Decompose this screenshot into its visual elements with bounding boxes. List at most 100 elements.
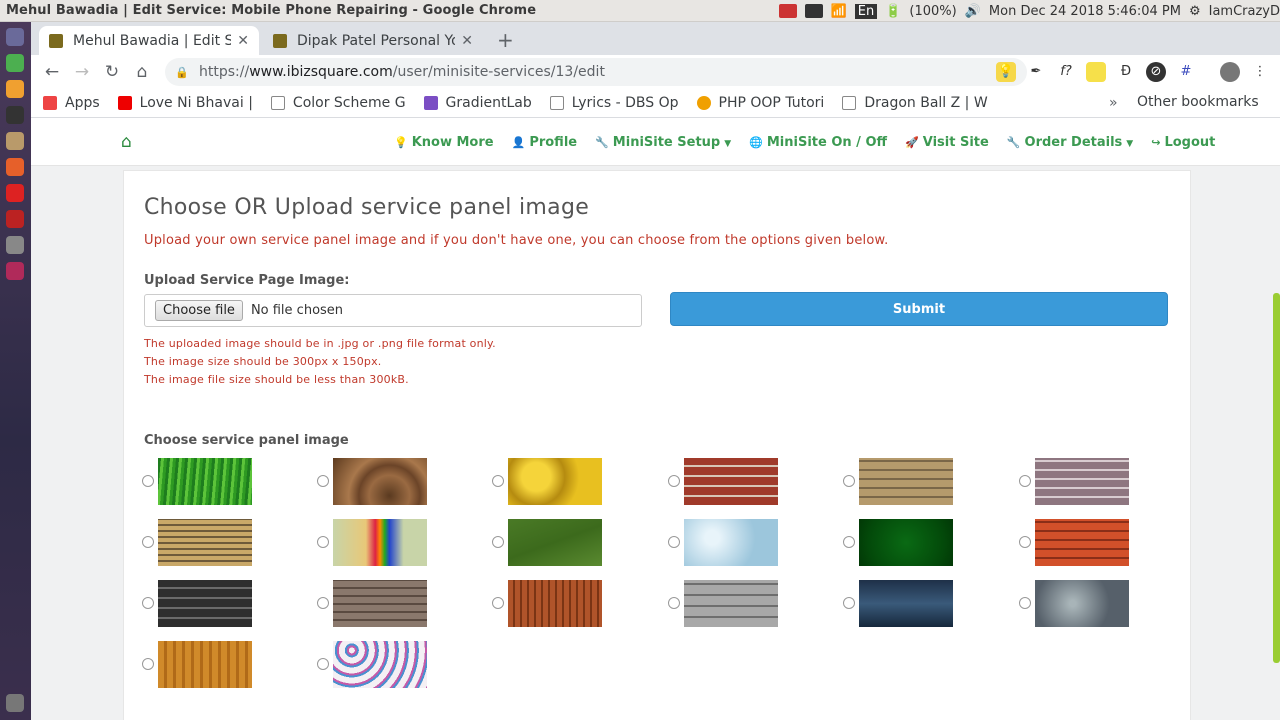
image-radio[interactable]: [843, 475, 855, 487]
thumbnail-green-rays[interactable]: [859, 519, 953, 566]
thumbnail-gray-block[interactable]: [684, 580, 778, 627]
image-option[interactable]: [668, 519, 788, 566]
home-button-icon[interactable]: ⌂: [127, 62, 157, 82]
keyboard-lang[interactable]: En: [854, 3, 878, 19]
thumbnail-red-brick[interactable]: [684, 458, 778, 505]
menu-icon[interactable]: ⋮: [1250, 62, 1270, 82]
image-option[interactable]: [843, 519, 963, 566]
image-option[interactable]: [668, 580, 788, 627]
files-icon[interactable]: [6, 132, 24, 150]
nav-link[interactable]: ↪ Logout: [1151, 135, 1215, 150]
bookmark-item[interactable]: Love Ni Bhavai |: [117, 95, 253, 111]
image-radio[interactable]: [142, 536, 154, 548]
extension-icon[interactable]: 💡: [996, 62, 1016, 82]
thumbnail-rainbow-mug[interactable]: [333, 519, 427, 566]
profile-avatar-icon[interactable]: [1220, 62, 1240, 82]
firefox-icon[interactable]: [6, 158, 24, 176]
nav-link[interactable]: 🔧 Order Details ▼: [1007, 135, 1133, 150]
image-radio[interactable]: [668, 597, 680, 609]
image-option[interactable]: [142, 458, 262, 505]
close-tab-icon[interactable]: ✕: [237, 33, 249, 49]
bookmark-item[interactable]: Apps: [43, 95, 100, 111]
image-option[interactable]: [1019, 458, 1139, 505]
image-option[interactable]: [492, 580, 612, 627]
image-option[interactable]: [668, 458, 788, 505]
bookmark-item[interactable]: Lyrics - DBS Op: [549, 95, 679, 111]
filezilla-icon[interactable]: [6, 210, 24, 228]
image-radio[interactable]: [142, 597, 154, 609]
image-radio[interactable]: [492, 597, 504, 609]
volume-icon[interactable]: 🔊: [965, 4, 981, 19]
home-icon[interactable]: ⌂: [121, 132, 132, 152]
image-radio[interactable]: [843, 536, 855, 548]
image-option[interactable]: [492, 519, 612, 566]
block-icon[interactable]: ⊘: [1146, 62, 1166, 82]
image-radio[interactable]: [1019, 597, 1031, 609]
ubuntu-icon[interactable]: [6, 28, 24, 46]
thumbnail-lawn[interactable]: [508, 519, 602, 566]
image-option[interactable]: [142, 519, 262, 566]
notes-icon[interactable]: [804, 4, 823, 18]
sublime-icon[interactable]: [6, 80, 24, 98]
close-tab-icon[interactable]: ✕: [461, 33, 473, 49]
note-icon[interactable]: [1086, 62, 1106, 82]
image-radio[interactable]: [142, 475, 154, 487]
thumbnail-grass[interactable]: [158, 458, 252, 505]
submit-button[interactable]: Submit: [670, 292, 1168, 326]
tab-inactive[interactable]: Dipak Patel Personal Yoga ✕: [263, 26, 483, 55]
nav-link[interactable]: 🚀 Visit Site: [905, 135, 989, 150]
image-option[interactable]: [1019, 519, 1139, 566]
new-tab-icon[interactable]: +: [497, 28, 514, 52]
trash-icon[interactable]: [6, 694, 24, 712]
address-bar[interactable]: 🔒 https://www.ibizsquare.com/user/minisi…: [165, 58, 1027, 86]
tab-active[interactable]: Mehul Bawadia | Edit Serv ✕: [39, 26, 259, 55]
thumbnail-gray-brick[interactable]: [1035, 458, 1129, 505]
image-option[interactable]: [843, 580, 963, 627]
bookmark-item[interactable]: Color Scheme G: [270, 95, 406, 111]
thumbnail-tan-brick[interactable]: [859, 458, 953, 505]
settings-icon[interactable]: ⚙: [1189, 4, 1201, 19]
image-option[interactable]: [317, 458, 437, 505]
image-radio[interactable]: [317, 597, 329, 609]
lock-icon[interactable]: 🔒: [175, 66, 189, 79]
record-icon[interactable]: [778, 4, 797, 18]
image-option[interactable]: [142, 580, 262, 627]
image-option[interactable]: [142, 641, 262, 688]
thumbnail-sea-water[interactable]: [859, 580, 953, 627]
bookmark-item[interactable]: PHP OOP Tutori: [696, 95, 824, 111]
nav-link[interactable]: 🔧 MiniSite Setup ▼: [595, 135, 731, 150]
nav-link[interactable]: 💡 Know More: [394, 135, 494, 150]
reload-icon[interactable]: ↻: [97, 62, 127, 82]
image-radio[interactable]: [668, 536, 680, 548]
thumbnail-roof-tiles[interactable]: [1035, 519, 1129, 566]
image-radio[interactable]: [492, 536, 504, 548]
nav-link[interactable]: 👤 Profile: [512, 135, 577, 150]
clock[interactable]: Mon Dec 24 2018 5:46:04 PM: [989, 4, 1181, 19]
opera-icon[interactable]: [6, 184, 24, 202]
settings-app-icon[interactable]: [6, 236, 24, 254]
eyedropper-icon[interactable]: ✒: [1026, 62, 1046, 82]
thumbnail-wood-rings[interactable]: [333, 458, 427, 505]
thumbnail-butterflies[interactable]: [333, 641, 427, 688]
image-radio[interactable]: [1019, 536, 1031, 548]
wifi-icon[interactable]: 📶: [831, 4, 847, 19]
grid-icon[interactable]: #: [1176, 62, 1196, 82]
bookmark-item[interactable]: Dragon Ball Z | W: [842, 95, 988, 111]
thumbnail-dark-stone[interactable]: [158, 580, 252, 627]
image-radio[interactable]: [142, 658, 154, 670]
thumbnail-dark-drops[interactable]: [1035, 580, 1129, 627]
formula-icon[interactable]: f?: [1056, 62, 1076, 82]
user-name[interactable]: IamCrazyD: [1209, 4, 1280, 19]
bookmarks-overflow-icon[interactable]: »: [1109, 95, 1118, 111]
thumbnail-light-wood[interactable]: [158, 641, 252, 688]
image-option[interactable]: [492, 458, 612, 505]
battery-icon[interactable]: 🔋: [885, 4, 901, 19]
thumbnail-coins[interactable]: [158, 519, 252, 566]
image-radio[interactable]: [317, 475, 329, 487]
file-input[interactable]: Choose file No file chosen: [144, 294, 642, 327]
thumbnail-stone-wall[interactable]: [333, 580, 427, 627]
image-option[interactable]: [317, 580, 437, 627]
image-radio[interactable]: [317, 658, 329, 670]
chrome-icon[interactable]: [6, 54, 24, 72]
image-radio[interactable]: [492, 475, 504, 487]
